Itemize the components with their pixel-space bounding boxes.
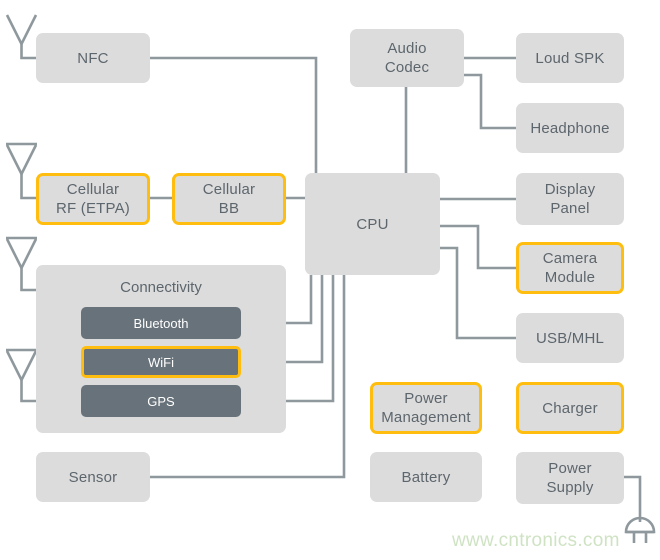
node-cellular-rf[interactable]: Cellular RF (ETPA) (36, 173, 150, 225)
node-display-panel-label-line2: Panel (550, 200, 590, 217)
group-connectivity-title: Connectivity (120, 279, 202, 296)
node-cellular-rf-label-line2: RF (ETPA) (55, 200, 131, 217)
subnode-gps-label: GPS (147, 393, 175, 409)
node-nfc-label: NFC (77, 49, 109, 67)
node-audio-codec[interactable]: Audio Codec (350, 29, 464, 87)
node-usb-mhl[interactable]: USB/MHL (516, 313, 624, 363)
node-display-panel[interactable]: Display Panel (516, 173, 624, 225)
node-charger[interactable]: Charger (516, 382, 624, 434)
node-headphone-label: Headphone (530, 119, 610, 137)
node-cellular-bb-label-line1: Cellular (202, 181, 256, 198)
node-audio-codec-label-line1: Audio (387, 40, 427, 57)
node-cellular-bb[interactable]: Cellular BB (172, 173, 286, 225)
power-plug-icon (624, 475, 656, 543)
node-power-supply[interactable]: Power Supply (516, 452, 624, 504)
node-display-panel-label-line1: Display (544, 181, 596, 198)
node-camera-module-label-line2: Module (544, 269, 596, 286)
node-cpu[interactable]: CPU (305, 173, 440, 275)
node-power-supply-label-line1: Power (548, 460, 592, 477)
node-nfc[interactable]: NFC (36, 33, 150, 83)
node-camera-module-label-line1: Camera (542, 250, 598, 267)
node-cpu-label: CPU (356, 215, 389, 233)
subnode-wifi-label: WiFi (148, 354, 174, 370)
node-loud-spk-label: Loud SPK (535, 49, 605, 67)
node-battery-label: Battery (401, 468, 451, 486)
node-cellular-bb-label-line2: BB (218, 200, 240, 217)
watermark-text: www.cntronics.com (452, 530, 620, 551)
block-diagram-canvas: NFC Cellular RF (ETPA) Cellular BB CPU A… (0, 0, 660, 560)
node-power-management-label-line2: Management (381, 409, 471, 426)
subnode-bluetooth[interactable]: Bluetooth (81, 307, 241, 339)
node-headphone[interactable]: Headphone (516, 103, 624, 153)
node-audio-codec-label-line2: Codec (384, 59, 430, 76)
node-battery[interactable]: Battery (370, 452, 482, 502)
subnode-gps[interactable]: GPS (81, 385, 241, 417)
node-sensor-label: Sensor (68, 468, 118, 486)
node-camera-module[interactable]: Camera Module (516, 242, 624, 294)
subnode-wifi[interactable]: WiFi (81, 346, 241, 378)
node-usb-mhl-label: USB/MHL (535, 329, 605, 347)
node-cellular-rf-label-line1: Cellular (66, 181, 120, 198)
subnode-bluetooth-label: Bluetooth (133, 315, 189, 331)
node-power-management[interactable]: Power Management (370, 382, 482, 434)
node-power-management-label-line1: Power (404, 390, 448, 407)
node-loud-spk[interactable]: Loud SPK (516, 33, 624, 83)
node-sensor[interactable]: Sensor (36, 452, 150, 502)
node-power-supply-label-line2: Supply (546, 479, 594, 496)
node-charger-label: Charger (542, 399, 598, 417)
